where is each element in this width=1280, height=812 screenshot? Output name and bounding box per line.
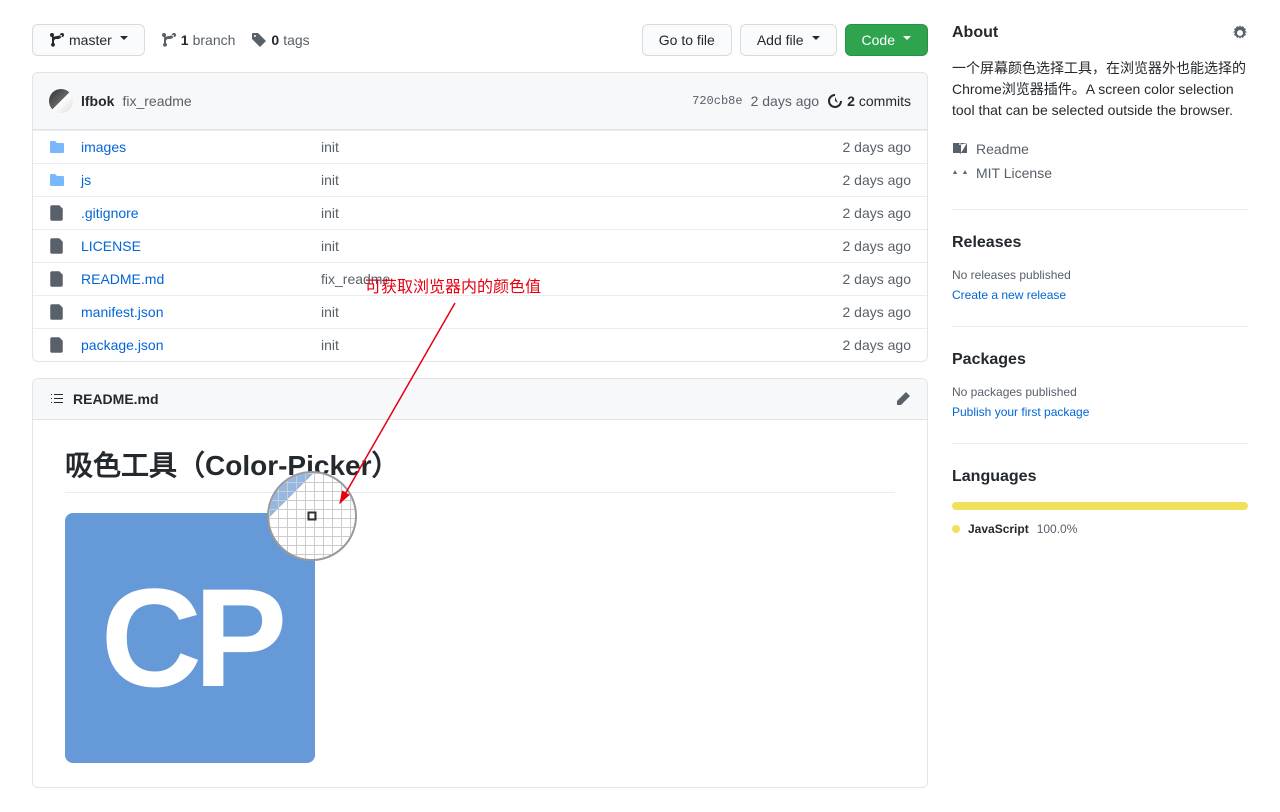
branch-selector-button[interactable]: master <box>32 24 145 56</box>
commit-sha[interactable]: 720cb8e <box>692 94 742 108</box>
packages-empty: No packages published <box>952 385 1248 399</box>
file-commit-msg[interactable]: init <box>321 139 843 155</box>
branch-icon <box>161 32 177 48</box>
file-name[interactable]: LICENSE <box>81 238 321 254</box>
file-name[interactable]: js <box>81 172 321 188</box>
file-row[interactable]: jsinit2 days ago <box>33 163 927 196</box>
logo-text: CP <box>101 557 279 719</box>
folder-icon <box>49 172 65 188</box>
file-row[interactable]: LICENSEinit2 days ago <box>33 229 927 262</box>
readme-logo: CP <box>65 513 315 763</box>
language-name: JavaScript <box>968 522 1029 536</box>
about-description: 一个屏幕颜色选择工具，在浏览器外也能选择的Chrome浏览器插件。A scree… <box>952 58 1248 121</box>
commit-time[interactable]: 2 days ago <box>751 93 820 109</box>
avatar[interactable] <box>49 89 73 113</box>
branch-name: master <box>69 30 112 50</box>
packages-title[interactable]: Packages <box>952 351 1026 369</box>
file-time: 2 days ago <box>843 205 912 221</box>
caret-icon <box>812 36 820 44</box>
language-item[interactable]: JavaScript 100.0% <box>952 522 1248 536</box>
readme-filename: README.md <box>73 391 887 407</box>
file-icon <box>49 337 65 353</box>
caret-icon <box>903 36 911 44</box>
branch-label: branch <box>193 32 236 48</box>
about-title: About <box>952 24 998 42</box>
language-dot <box>952 525 960 533</box>
pencil-icon[interactable] <box>895 391 911 407</box>
file-name[interactable]: .gitignore <box>81 205 321 221</box>
file-name[interactable]: README.md <box>81 271 321 287</box>
commit-message[interactable]: fix_readme <box>122 93 191 109</box>
file-name[interactable]: manifest.json <box>81 304 321 320</box>
book-icon <box>952 141 968 157</box>
commit-author[interactable]: lfbok <box>81 93 114 109</box>
code-button[interactable]: Code <box>845 24 928 56</box>
language-bar[interactable] <box>952 502 1248 510</box>
file-time: 2 days ago <box>843 172 912 188</box>
file-name[interactable]: images <box>81 139 321 155</box>
file-commit-msg[interactable]: init <box>321 337 843 353</box>
law-icon <box>952 165 968 181</box>
file-commit-msg[interactable]: init <box>321 238 843 254</box>
go-to-file-button[interactable]: Go to file <box>642 24 732 56</box>
branch-icon <box>49 32 65 48</box>
file-commit-msg[interactable]: init <box>321 304 843 320</box>
readme-heading: 吸色工具（Color-Picker） <box>65 444 895 493</box>
branches-link[interactable]: 1 branch <box>161 32 236 48</box>
file-row[interactable]: package.jsoninit2 days ago <box>33 328 927 361</box>
releases-empty: No releases published <box>952 268 1248 282</box>
add-file-button[interactable]: Add file <box>740 24 837 56</box>
branch-count: 1 <box>181 32 189 48</box>
file-row[interactable]: imagesinit2 days ago <box>33 130 927 163</box>
releases-title[interactable]: Releases <box>952 234 1021 252</box>
file-commit-msg[interactable]: init <box>321 172 843 188</box>
folder-icon <box>49 139 65 155</box>
caret-icon <box>120 36 128 44</box>
language-pct: 100.0% <box>1037 522 1078 536</box>
file-time: 2 days ago <box>843 337 912 353</box>
file-icon <box>49 238 65 254</box>
magnifier-icon <box>267 471 357 561</box>
commits-count: 2 <box>847 93 855 109</box>
file-time: 2 days ago <box>843 238 912 254</box>
file-icon <box>49 304 65 320</box>
create-release-link[interactable]: Create a new release <box>952 288 1066 302</box>
file-row[interactable]: manifest.jsoninit2 days ago <box>33 295 927 328</box>
latest-commit-bar: lfbok fix_readme 720cb8e 2 days ago 2 co… <box>32 72 928 130</box>
gear-icon[interactable] <box>1232 25 1248 41</box>
file-commit-msg[interactable]: init <box>321 205 843 221</box>
tag-icon <box>251 32 267 48</box>
file-time: 2 days ago <box>843 271 912 287</box>
history-icon <box>827 93 843 109</box>
tags-count: 0 <box>271 32 279 48</box>
license-link[interactable]: MIT License <box>952 161 1248 185</box>
tags-link[interactable]: 0 tags <box>251 32 309 48</box>
file-icon <box>49 205 65 221</box>
file-time: 2 days ago <box>843 139 912 155</box>
tags-label: tags <box>283 32 309 48</box>
file-icon <box>49 271 65 287</box>
languages-title: Languages <box>952 468 1036 486</box>
file-time: 2 days ago <box>843 304 912 320</box>
file-name[interactable]: package.json <box>81 337 321 353</box>
file-commit-msg[interactable]: fix_readme <box>321 271 843 287</box>
file-row[interactable]: README.mdfix_readme2 days ago <box>33 262 927 295</box>
publish-package-link[interactable]: Publish your first package <box>952 405 1089 419</box>
commits-label: commits <box>859 93 911 109</box>
readme-link[interactable]: Readme <box>952 137 1248 161</box>
list-icon[interactable] <box>49 391 65 407</box>
commits-link[interactable]: 2 commits <box>827 93 911 109</box>
file-row[interactable]: .gitignoreinit2 days ago <box>33 196 927 229</box>
